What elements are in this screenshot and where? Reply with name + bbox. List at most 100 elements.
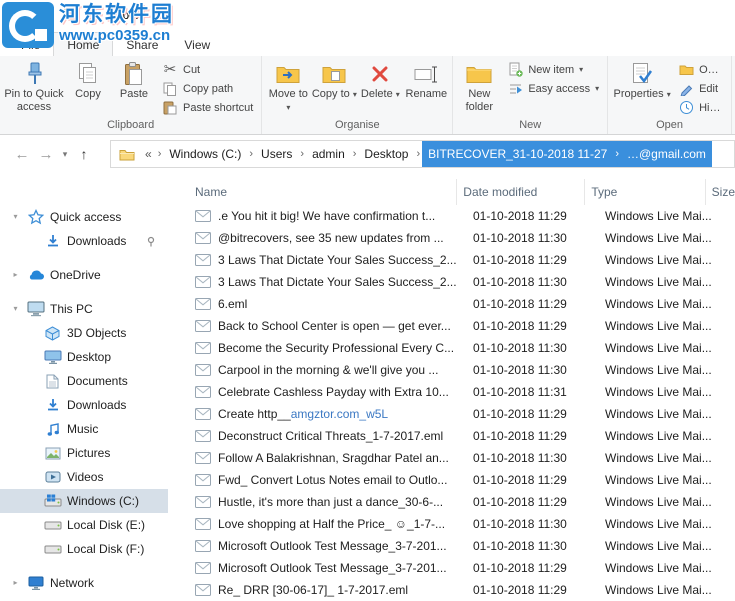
email-file-icon	[195, 452, 211, 464]
sidebar-item-label: Local Disk (F:)	[67, 542, 145, 556]
up-button[interactable]: ↑	[72, 147, 96, 161]
breadcrumb-segment-admin[interactable]: admin	[306, 141, 351, 167]
file-name-cell: Microsoft Outlook Test Message_3-7-201..…	[168, 539, 467, 553]
properties-button[interactable]: Properties ▾	[611, 57, 673, 101]
new-folder-button[interactable]: New folder	[456, 57, 502, 114]
file-row[interactable]: 6.eml 01-10-2018 11:29 Windows Live Mai...	[168, 293, 735, 315]
delete-button[interactable]: Delete ▾	[357, 57, 403, 101]
sidebar-item-label: Local Disk (E:)	[67, 518, 146, 532]
breadcrumb-chevron-icon[interactable]: ›	[351, 141, 359, 167]
tab-view[interactable]: View	[171, 33, 223, 56]
file-row[interactable]: Re_ DRR [30-06-17]_ 1-7-2017.eml 01-10-20…	[168, 579, 735, 601]
sidebar-item-local-disk-e[interactable]: Local Disk (E:)	[0, 513, 168, 537]
file-type: Windows Live Mai...	[605, 209, 712, 223]
history-button[interactable]: History	[673, 98, 728, 117]
edit-button[interactable]: Edit	[673, 79, 728, 98]
sidebar-item-downloads[interactable]: Downloads	[0, 229, 168, 253]
sidebar-item-videos[interactable]: Videos	[0, 465, 168, 489]
file-row[interactable]: Hustle, it's more than just a dance_30-6…	[168, 491, 735, 513]
sidebar-item-label: Network	[50, 576, 95, 590]
sidebar-item-label: Quick access	[50, 210, 122, 224]
file-row[interactable]: .e You hit it big! We have confirmation …	[168, 205, 735, 227]
sidebar-item-network[interactable]: ▸ Network	[0, 571, 168, 595]
file-row[interactable]: 3 Laws That Dictate Your Sales Success_2…	[168, 271, 735, 293]
open-button[interactable]: Open	[673, 60, 728, 79]
chevron-down-icon[interactable]: ▾	[10, 305, 21, 313]
file-row[interactable]: Follow A Balakrishnan, Sragdhar Patel an…	[168, 447, 735, 469]
forward-button[interactable]: →	[34, 147, 58, 162]
sidebar-item-pictures[interactable]: Pictures	[0, 441, 168, 465]
sidebar-item-onedrive[interactable]: ▸ OneDrive	[0, 263, 168, 287]
sidebar-item-this-pc[interactable]: ▾ This PC	[0, 297, 168, 321]
sidebar-item-downloads[interactable]: Downloads	[0, 393, 168, 417]
move-to-button[interactable]: Move to ▾	[265, 57, 311, 114]
file-row[interactable]: Carpool in the morning & we'll give you …	[168, 359, 735, 381]
recent-locations-caret-icon[interactable]: ▾	[58, 149, 72, 159]
back-button[interactable]: ←	[10, 147, 34, 162]
file-row[interactable]: Become the Security Professional Every C…	[168, 337, 735, 359]
group-label-organise: Organise	[335, 119, 380, 131]
file-row[interactable]: Create http__amgztor.com_w5L 01-10-2018 1…	[168, 403, 735, 425]
breadcrumb-segment-desktop[interactable]: Desktop	[358, 141, 414, 167]
main-area: ▾ Quick access Downloads ▸ OneDrive ▾ This PC 3…	[0, 173, 735, 601]
breadcrumb-chevron-icon[interactable]: ›	[156, 141, 164, 167]
column-header-name[interactable]: Name	[168, 179, 458, 205]
column-header-type[interactable]: Type	[585, 179, 706, 205]
file-row[interactable]: Back to School Center is open — get ever…	[168, 315, 735, 337]
file-row[interactable]: 3 Laws That Dictate Your Sales Success_2…	[168, 249, 735, 271]
copy-to-button[interactable]: Copy to ▾	[311, 57, 357, 101]
file-row[interactable]: Microsoft Outlook Test Message_3-7-201..…	[168, 535, 735, 557]
breadcrumb-chevron-icon[interactable]: ›	[613, 141, 621, 167]
sidebar-item-label: Windows (C:)	[67, 494, 140, 508]
breadcrumb-chevron-icon[interactable]: ›	[298, 141, 306, 167]
file-row[interactable]: Microsoft Outlook Test Message_3-7-201..…	[168, 557, 735, 579]
column-header-size[interactable]: Size	[706, 179, 735, 205]
file-type: Windows Live Mai...	[605, 495, 712, 509]
breadcrumb-segment-bitrecover-31-10-2018-11-27[interactable]: BITRECOVER_31-10-2018 11-27	[422, 141, 614, 167]
breadcrumb-overflow[interactable]: «	[141, 141, 156, 167]
sidebar-item-documents[interactable]: Documents	[0, 369, 168, 393]
ribbon-group-open: Properties ▾ Open Edit History	[608, 56, 733, 134]
new-item-button[interactable]: New item ▾	[502, 60, 604, 79]
sidebar-item-local-disk-f[interactable]: Local Disk (F:)	[0, 537, 168, 561]
breadcrumb-segment-windows-c[interactable]: Windows (C:)	[163, 141, 247, 167]
breadcrumb-segment-users[interactable]: Users	[255, 141, 298, 167]
file-row[interactable]: Celebrate Cashless Payday with Extra 10.…	[168, 381, 735, 403]
paste-shortcut-button[interactable]: Paste shortcut	[157, 98, 258, 117]
group-label-new: New	[519, 119, 542, 131]
file-row[interactable]: Deconstruct Critical Threats_1-7-2017.em…	[168, 425, 735, 447]
file-name-cell: Hustle, it's more than just a dance_30-6…	[168, 495, 467, 509]
breadcrumb-chevron-icon[interactable]: ›	[247, 141, 255, 167]
file-row[interactable]: Love shopping at Half the Price_ ☺_1-7-.…	[168, 513, 735, 535]
copy-button[interactable]: Copy	[65, 57, 111, 101]
file-name-cell: Carpool in the morning & we'll give you …	[168, 363, 467, 377]
file-row[interactable]: @bitrecovers, see 35 new updates from ..…	[168, 227, 735, 249]
rename-button[interactable]: Rename	[403, 57, 449, 101]
breadcrumb-segment-gmail-com[interactable]: …@gmail.com	[621, 141, 712, 167]
open-icon	[678, 63, 694, 76]
chevron-right-icon[interactable]: ▸	[10, 271, 21, 279]
paste-button[interactable]: Paste	[111, 57, 157, 101]
file-name: @bitrecovers, see 35 new updates from ..…	[218, 231, 444, 245]
file-type: Windows Live Mai...	[605, 539, 712, 553]
sidebar-item-music[interactable]: Music	[0, 417, 168, 441]
group-label-clipboard: Clipboard	[107, 119, 155, 131]
pin-to-quick-access-button[interactable]: Pin to Quick access	[3, 57, 65, 114]
chevron-down-icon[interactable]: ▾	[10, 213, 21, 221]
copy-path-button[interactable]: Copy path	[157, 79, 258, 98]
file-type: Windows Live Mai...	[605, 517, 712, 531]
sidebar-item-quick-access[interactable]: ▾ Quick access	[0, 205, 168, 229]
chevron-right-icon[interactable]: ▸	[10, 579, 21, 587]
easy-access-button[interactable]: Easy access ▾	[502, 79, 604, 98]
column-header-date-modified[interactable]: Date modified	[457, 179, 586, 205]
sidebar-item-3d-objects[interactable]: 3D Objects	[0, 321, 168, 345]
file-type: Windows Live Mai...	[605, 473, 712, 487]
breadcrumb-chevron-icon[interactable]: ›	[414, 141, 422, 167]
sidebar-item-desktop[interactable]: Desktop	[0, 345, 168, 369]
copy-path-icon	[162, 82, 178, 96]
sidebar-item-windows-c[interactable]: Windows (C:)	[0, 489, 168, 513]
address-bar[interactable]: «› Windows (C:) › Users › admin › Desktop › BITRE…	[110, 140, 735, 168]
file-row[interactable]: Fwd_ Convert Lotus Notes email to Outlo.…	[168, 469, 735, 491]
cut-button[interactable]: ✂ Cut	[157, 60, 258, 79]
windows-drive-icon	[43, 494, 62, 508]
